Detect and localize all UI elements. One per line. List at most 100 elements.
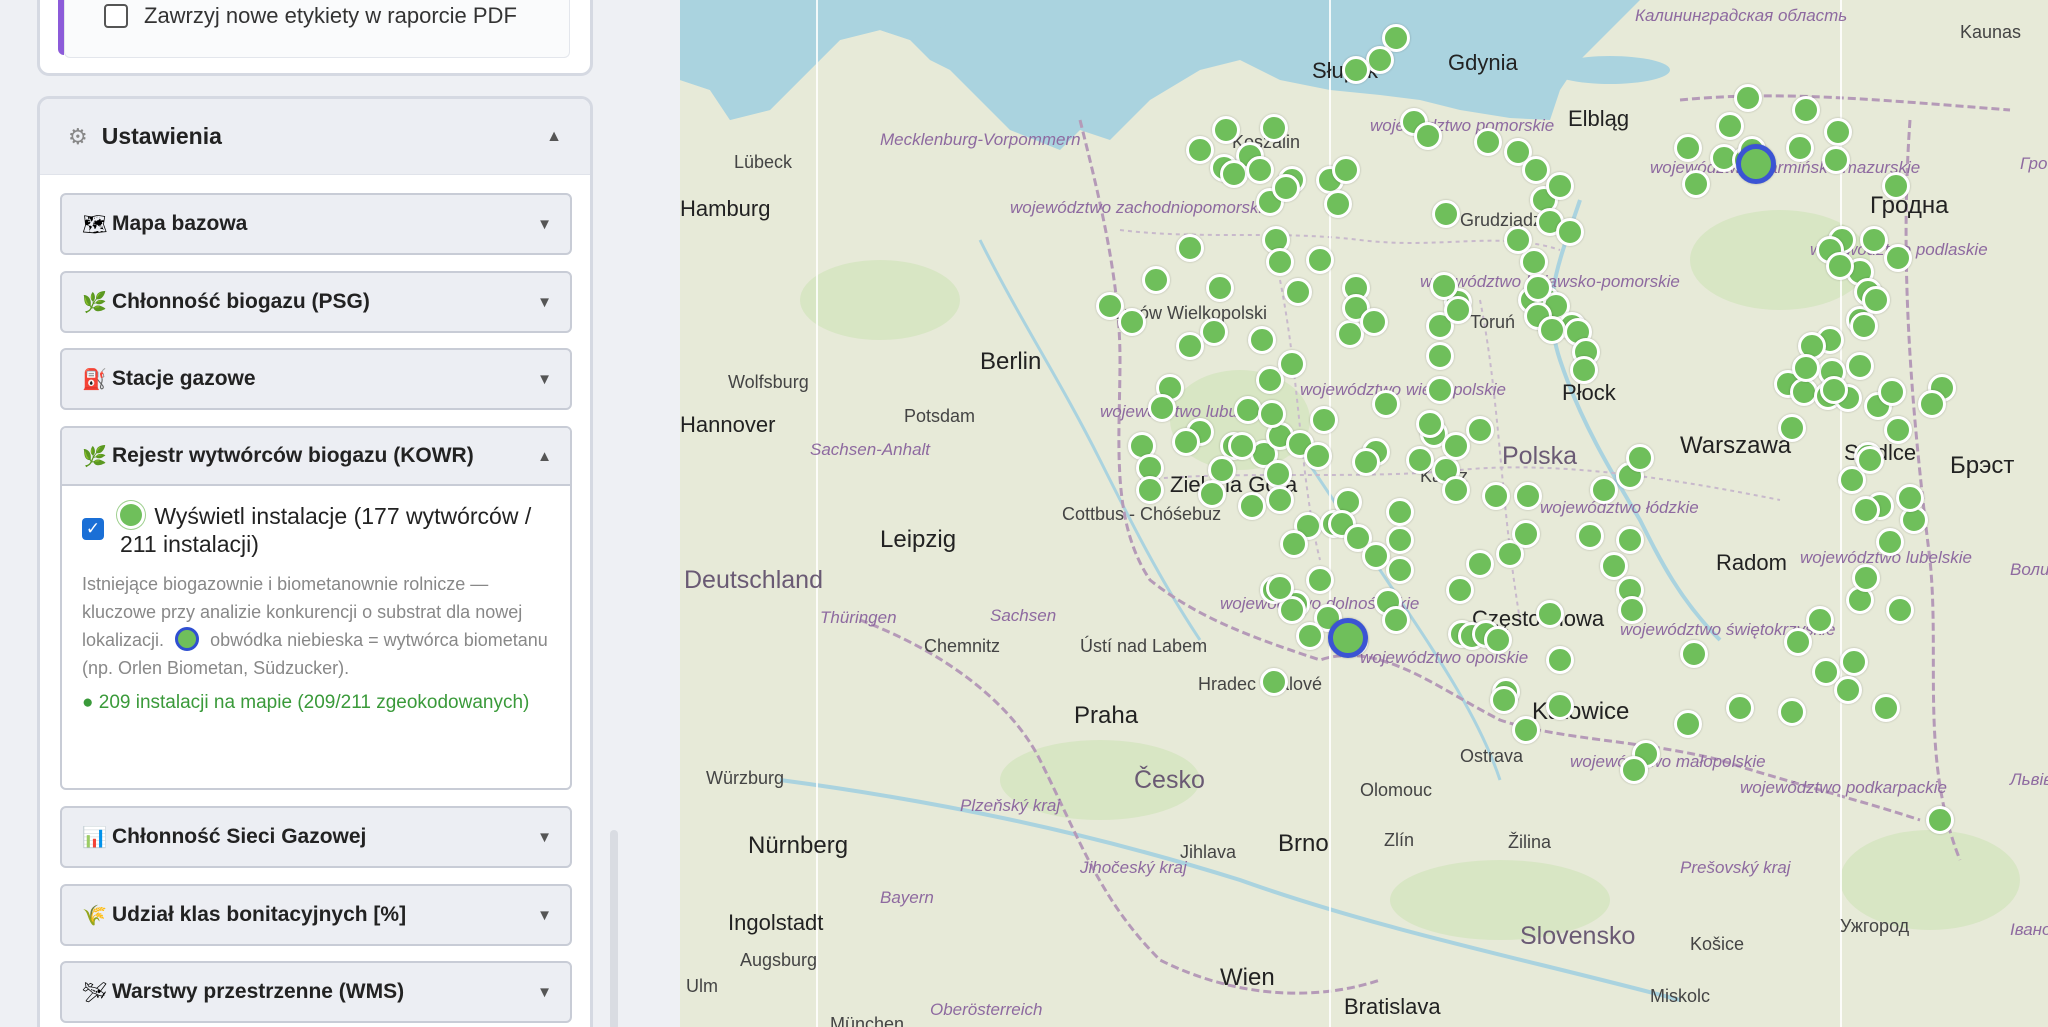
map-view[interactable]: Калининградская область województwo pomo… [680, 0, 2048, 1027]
installation-marker[interactable] [1570, 356, 1598, 384]
installation-marker[interactable] [1366, 46, 1394, 74]
installation-marker[interactable] [1490, 686, 1518, 714]
installation-marker[interactable] [1926, 806, 1954, 834]
show-installations-checkbox[interactable]: ✓ [82, 518, 104, 540]
installation-marker[interactable] [1674, 710, 1702, 738]
installation-marker[interactable] [1852, 564, 1880, 592]
installation-marker[interactable] [1538, 316, 1566, 344]
installation-marker[interactable] [1306, 566, 1334, 594]
installation-marker[interactable] [1840, 648, 1868, 676]
installation-marker[interactable] [1118, 308, 1146, 336]
section-soil-classes[interactable]: 🌾 Udział klas bonitacyjnych [%] ▼ [60, 884, 572, 946]
section-gas-stations[interactable]: ⛽ Stacje gazowe ▼ [60, 348, 572, 410]
installation-marker[interactable] [1882, 172, 1910, 200]
installation-marker[interactable] [1386, 556, 1414, 584]
installation-marker[interactable] [1834, 676, 1862, 704]
installation-marker[interactable] [1176, 332, 1204, 360]
installation-marker[interactable] [1186, 136, 1214, 164]
installation-marker[interactable] [1850, 312, 1878, 340]
installation-marker[interactable] [1546, 646, 1574, 674]
installation-marker[interactable] [1474, 128, 1502, 156]
show-installations-option[interactable]: ✓ Wyświetl instalacje (177 wytwórców / 2… [82, 502, 552, 558]
installation-marker[interactable] [1212, 116, 1240, 144]
installation-marker[interactable] [1426, 342, 1454, 370]
installation-marker[interactable] [1246, 156, 1274, 184]
installation-marker[interactable] [1272, 174, 1300, 202]
installation-marker[interactable] [1306, 246, 1334, 274]
installation-marker[interactable] [1332, 156, 1360, 184]
installation-marker[interactable] [1442, 432, 1470, 460]
installation-marker[interactable] [1504, 226, 1532, 254]
biomethane-marker[interactable] [1328, 618, 1368, 658]
installation-marker[interactable] [1248, 326, 1276, 354]
installation-marker[interactable] [1484, 626, 1512, 654]
installation-marker[interactable] [1522, 156, 1550, 184]
installation-marker[interactable] [1310, 406, 1338, 434]
installation-marker[interactable] [1220, 160, 1248, 188]
installation-marker[interactable] [1296, 622, 1324, 650]
installation-marker[interactable] [1576, 522, 1604, 550]
installation-marker[interactable] [1206, 274, 1234, 302]
installation-marker[interactable] [1784, 628, 1812, 656]
sidebar-scrollbar[interactable] [610, 830, 618, 1027]
installation-marker[interactable] [1386, 526, 1414, 554]
installation-marker[interactable] [1148, 394, 1176, 422]
installation-marker[interactable] [1512, 716, 1540, 744]
installation-marker[interactable] [1856, 446, 1884, 474]
installation-marker[interactable] [1260, 114, 1288, 142]
installation-marker[interactable] [1824, 118, 1852, 146]
section-biogas-capacity[interactable]: 🌿 Chłonność biogazu (PSG) ▼ [60, 271, 572, 333]
installation-marker[interactable] [1860, 226, 1888, 254]
installation-marker[interactable] [1514, 482, 1542, 510]
installation-marker[interactable] [1466, 550, 1494, 578]
installation-marker[interactable] [1726, 694, 1754, 722]
installation-marker[interactable] [1172, 428, 1200, 456]
installation-marker[interactable] [1616, 526, 1644, 554]
installation-marker[interactable] [1778, 698, 1806, 726]
installation-marker[interactable] [1426, 376, 1454, 404]
installation-marker[interactable] [1590, 476, 1618, 504]
installation-marker[interactable] [1846, 352, 1874, 380]
installation-marker[interactable] [1786, 134, 1814, 162]
installation-marker[interactable] [1826, 252, 1854, 280]
installation-marker[interactable] [1918, 390, 1946, 418]
installation-marker[interactable] [1416, 410, 1444, 438]
installation-marker[interactable] [1876, 528, 1904, 556]
installation-marker[interactable] [1600, 552, 1628, 580]
installation-marker[interactable] [1258, 400, 1286, 428]
installation-marker[interactable] [1264, 460, 1292, 488]
installation-marker[interactable] [1546, 172, 1574, 200]
installation-marker[interactable] [1896, 484, 1924, 512]
installation-marker[interactable] [1266, 248, 1294, 276]
installation-marker[interactable] [1278, 350, 1306, 378]
installation-marker[interactable] [1716, 112, 1744, 140]
installation-marker[interactable] [1142, 266, 1170, 294]
section-base-map[interactable]: 🗺 Mapa bazowa ▼ [60, 193, 572, 255]
pdf-labels-checkbox[interactable] [104, 4, 128, 28]
installation-marker[interactable] [1884, 416, 1912, 444]
installation-marker[interactable] [1886, 596, 1914, 624]
installation-marker[interactable] [1482, 482, 1510, 510]
installation-marker[interactable] [1352, 448, 1380, 476]
installation-marker[interactable] [1618, 596, 1646, 624]
installation-marker[interactable] [1778, 414, 1806, 442]
installation-marker[interactable] [1414, 122, 1442, 150]
installation-marker[interactable] [1266, 486, 1294, 514]
installation-marker[interactable] [1822, 146, 1850, 174]
installation-marker[interactable] [1360, 308, 1388, 336]
installation-marker[interactable] [1198, 480, 1226, 508]
installation-marker[interactable] [1734, 84, 1762, 112]
installation-marker[interactable] [1546, 692, 1574, 720]
installation-marker[interactable] [1852, 496, 1880, 524]
installation-marker[interactable] [1176, 234, 1204, 262]
installation-marker[interactable] [1304, 442, 1332, 470]
installation-marker[interactable] [1238, 492, 1266, 520]
section-gas-network-capacity[interactable]: 📊 Chłonność Sieci Gazowej ▼ [60, 806, 572, 868]
pdf-labels-option[interactable]: Zawrzyj nowe etykiety w raporcie PDF [104, 3, 517, 29]
installation-marker[interactable] [1228, 432, 1256, 460]
installation-marker[interactable] [1136, 476, 1164, 504]
installation-marker[interactable] [1362, 542, 1390, 570]
installation-marker[interactable] [1442, 476, 1470, 504]
installation-marker[interactable] [1884, 244, 1912, 272]
installation-marker[interactable] [1792, 354, 1820, 382]
